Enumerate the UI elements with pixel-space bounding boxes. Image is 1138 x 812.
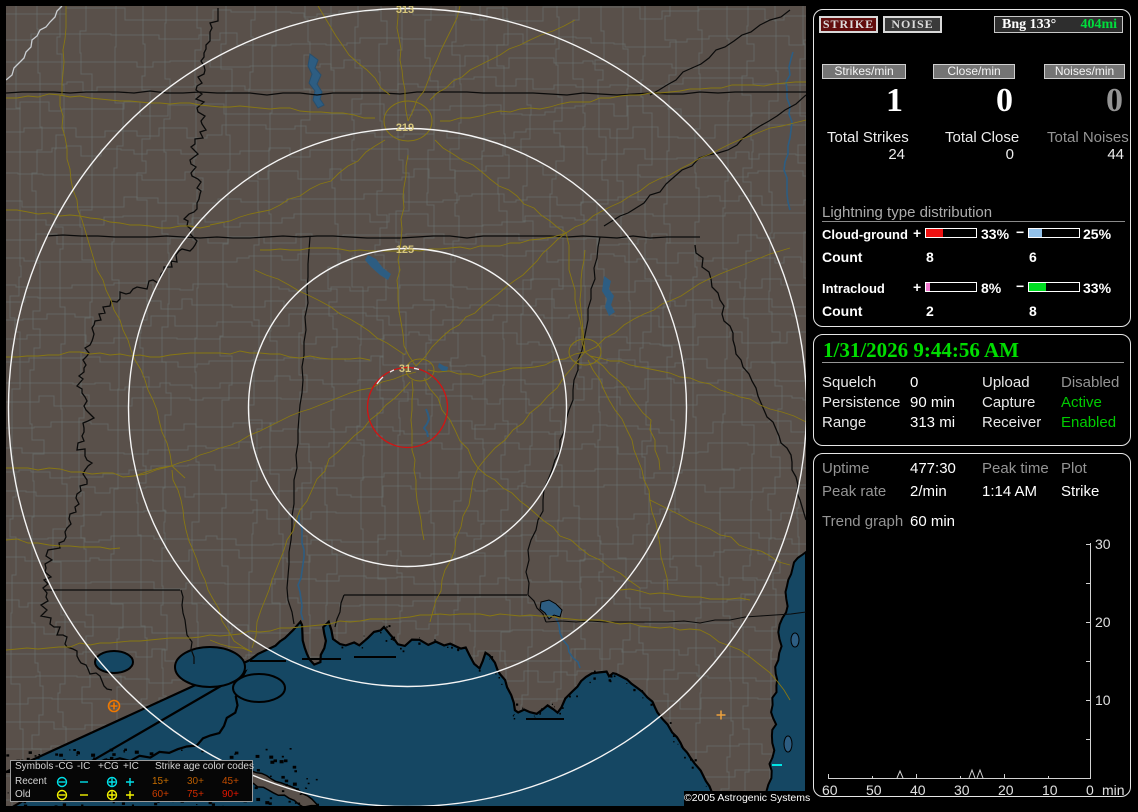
svg-text:30: 30 <box>954 782 970 796</box>
svg-text:30: 30 <box>1095 536 1111 552</box>
svg-text:20: 20 <box>998 782 1014 796</box>
svg-text:40: 40 <box>910 782 926 796</box>
svg-text:313: 313 <box>396 6 414 16</box>
svg-text:31: 31 <box>399 363 411 375</box>
svg-text:20: 20 <box>1095 614 1111 630</box>
svg-text:10: 10 <box>1042 782 1058 796</box>
svg-text:219: 219 <box>396 122 414 134</box>
svg-text:10: 10 <box>1095 692 1111 708</box>
svg-text:60: 60 <box>822 782 838 796</box>
svg-text:125: 125 <box>396 244 414 256</box>
svg-text:0: 0 <box>1086 782 1094 796</box>
svg-text:min: min <box>1102 782 1125 796</box>
svg-text:50: 50 <box>866 782 882 796</box>
